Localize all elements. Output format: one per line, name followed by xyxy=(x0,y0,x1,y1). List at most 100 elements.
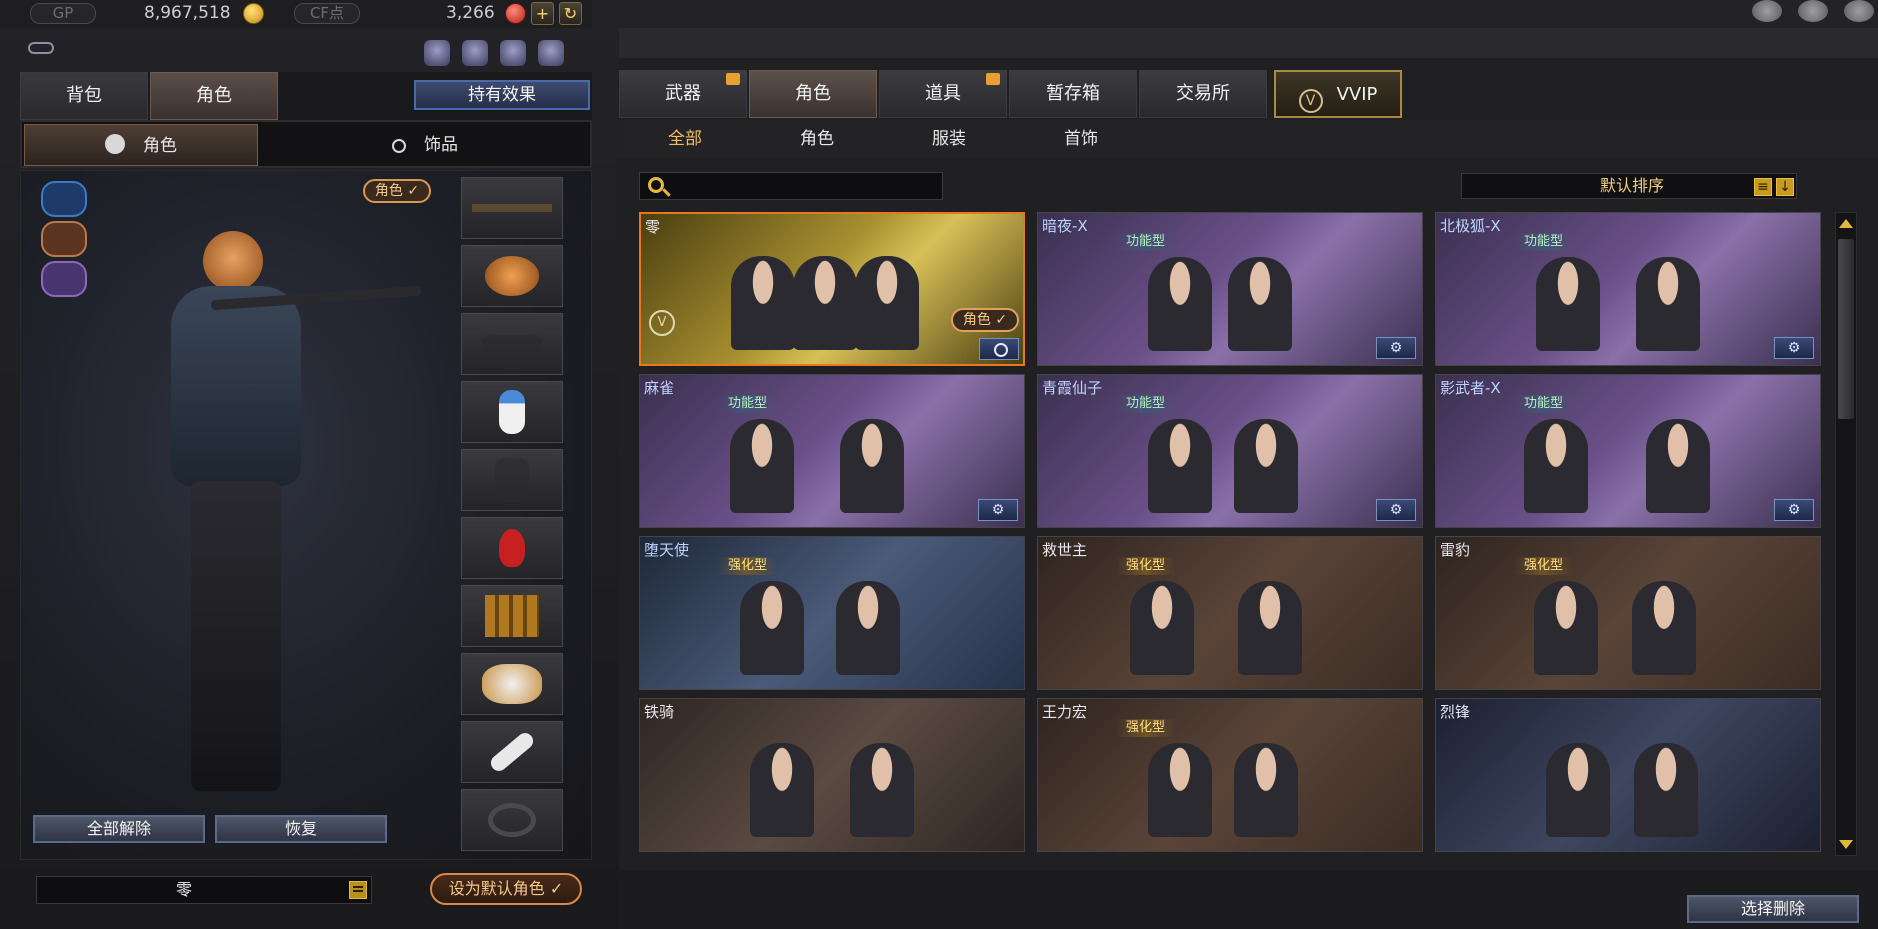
equipment-slots xyxy=(461,177,563,857)
tab-backpack[interactable]: 背包 xyxy=(20,72,148,120)
sniper-rifle-icon xyxy=(472,204,552,212)
gift-icon xyxy=(726,73,740,85)
filter-outfit[interactable]: 服装 xyxy=(883,120,1015,158)
character-card[interactable]: 救世主 强化型 xyxy=(1037,536,1423,690)
rotate-icon[interactable] xyxy=(462,40,488,66)
tab-weapons-label: 武器 xyxy=(665,83,701,104)
armband-icon xyxy=(488,803,536,837)
character-card[interactable]: 青霞仙子 功能型 ⚙ xyxy=(1037,374,1423,528)
name-menu-icon[interactable] xyxy=(349,881,367,899)
character-name-field[interactable]: 零 xyxy=(36,876,372,904)
target-icon[interactable] xyxy=(1752,0,1782,22)
card-name: 救世主 xyxy=(1042,541,1088,559)
select-delete-button[interactable]: 选择删除 xyxy=(1687,895,1859,923)
tab-items-label: 道具 xyxy=(925,83,961,104)
slot-glasses[interactable] xyxy=(461,313,563,375)
sunglasses-icon xyxy=(482,335,542,353)
character-card[interactable]: 零 V 角色 ✓ xyxy=(639,212,1025,366)
tab-character[interactable]: 角色 xyxy=(150,72,278,120)
subtab-accessory[interactable]: 饰品 xyxy=(262,124,588,166)
slot-pendant[interactable] xyxy=(461,517,563,579)
pet-icon[interactable] xyxy=(538,40,564,66)
character-card[interactable]: 烈锋 xyxy=(1435,698,1821,852)
tab-exchange[interactable]: 交易所 xyxy=(1139,70,1267,118)
stats-icon[interactable] xyxy=(424,40,450,66)
refresh-button[interactable]: ↻ xyxy=(559,2,582,25)
tab-items[interactable]: 道具 xyxy=(879,70,1007,118)
tab-storage[interactable]: 暂存箱 xyxy=(1009,70,1137,118)
portrait xyxy=(840,419,904,513)
character-card[interactable]: 雷豹 强化型 xyxy=(1435,536,1821,690)
settings-button[interactable]: ⚙ xyxy=(1774,337,1814,359)
tab-vvip[interactable]: V VVIP xyxy=(1274,70,1402,118)
restore-button[interactable]: 恢复 xyxy=(215,815,387,843)
tab-characters[interactable]: 角色 xyxy=(749,70,877,118)
settings-button[interactable]: ⚙ xyxy=(1376,499,1416,521)
filter-all[interactable]: 全部 xyxy=(619,120,751,158)
card-type: 强化型 xyxy=(1116,557,1176,575)
character-card[interactable]: 影武者-X 功能型 ⚙ xyxy=(1435,374,1821,528)
character-card[interactable]: 铁骑 xyxy=(639,698,1025,852)
release-all-button[interactable]: 全部解除 xyxy=(33,815,205,843)
settings-button[interactable]: ⚙ xyxy=(1376,337,1416,359)
filter-jewelry[interactable]: 首饰 xyxy=(1015,120,1147,158)
shuttlecock-icon xyxy=(487,729,537,775)
key-icon[interactable] xyxy=(28,42,54,54)
scroll-up-icon[interactable] xyxy=(1839,219,1853,228)
card-type: 强化型 xyxy=(718,557,778,575)
portrait xyxy=(836,581,900,675)
slot-mascot[interactable] xyxy=(461,381,563,443)
portrait xyxy=(1130,581,1194,675)
card-name: 铁骑 xyxy=(644,703,675,721)
slot-weapon[interactable] xyxy=(461,177,563,239)
character-card[interactable]: 堕天使 强化型 xyxy=(639,536,1025,690)
slot-back[interactable] xyxy=(461,449,563,511)
vip-icon[interactable] xyxy=(1844,0,1874,22)
slot-charm[interactable] xyxy=(461,721,563,783)
search-input[interactable] xyxy=(639,172,943,200)
character-card[interactable]: 王力宏 强化型 xyxy=(1037,698,1423,852)
add-cf-button[interactable]: + xyxy=(531,2,554,25)
scroll-down-icon[interactable] xyxy=(1839,840,1853,849)
wings-badge-icon[interactable] xyxy=(41,261,87,297)
subtab-character[interactable]: 角色 xyxy=(24,124,258,166)
card-name: 北极狐-X xyxy=(1440,217,1501,235)
character-card[interactable]: 暗夜-X 功能型 ⚙ xyxy=(1037,212,1423,366)
card-name: 零 xyxy=(645,218,661,236)
slot-headgear[interactable] xyxy=(461,245,563,307)
slot-pet[interactable] xyxy=(461,653,563,715)
character-grid: 零 V 角色 ✓ 暗夜-X 功能型 ⚙ 北极狐-X 功能型 ⚙ 麻雀 功能型 ⚙… xyxy=(639,212,1825,856)
card-type: 功能型 xyxy=(1116,233,1176,251)
card-name: 影武者-X xyxy=(1440,379,1501,397)
sort-direction-icon[interactable]: ↓ xyxy=(1776,178,1794,196)
eagle-badge-icon[interactable] xyxy=(41,221,87,257)
portrait xyxy=(1646,419,1710,513)
search-icon xyxy=(648,177,664,193)
preview-button[interactable] xyxy=(979,338,1019,360)
slot-belt[interactable] xyxy=(461,585,563,647)
pose-icon[interactable] xyxy=(500,40,526,66)
settings-button[interactable]: ⚙ xyxy=(1774,499,1814,521)
tools-icon[interactable] xyxy=(1798,0,1828,22)
tab-weapons[interactable]: 武器 xyxy=(619,70,747,118)
shield-badge-icon[interactable] xyxy=(41,181,87,217)
slot-armband[interactable] xyxy=(461,789,563,851)
sort-dropdown[interactable]: 默认排序 ≡ ↓ xyxy=(1461,173,1797,199)
scroll-thumb[interactable] xyxy=(1838,239,1854,419)
ring-icon xyxy=(392,139,406,153)
grid-scrollbar[interactable] xyxy=(1835,212,1857,856)
character-preview[interactable]: 角色 ✓ 全部解除 恢复 xyxy=(20,170,592,860)
card-type: 功能型 xyxy=(1514,233,1574,251)
currency-bar: GP 8,967,518 CF点 3,266 + ↻ xyxy=(0,0,592,28)
portrait xyxy=(740,581,804,675)
portrait xyxy=(1524,419,1588,513)
filter-character[interactable]: 角色 xyxy=(751,120,883,158)
set-default-character-button[interactable]: 设为默认角色 ✓ xyxy=(430,873,582,905)
character-card[interactable]: 麻雀 功能型 ⚙ xyxy=(639,374,1025,528)
portrait xyxy=(1632,581,1696,675)
shop-panel: 武器 角色 道具 暂存箱 交易所 V VVIP 全部 角色 服装 首饰 默认排序 … xyxy=(619,28,1878,929)
settings-button[interactable]: ⚙ xyxy=(978,499,1018,521)
character-card[interactable]: 北极狐-X 功能型 ⚙ xyxy=(1435,212,1821,366)
sort-menu-icon[interactable]: ≡ xyxy=(1754,178,1772,196)
owned-effects-button[interactable]: 持有效果 xyxy=(414,80,590,110)
